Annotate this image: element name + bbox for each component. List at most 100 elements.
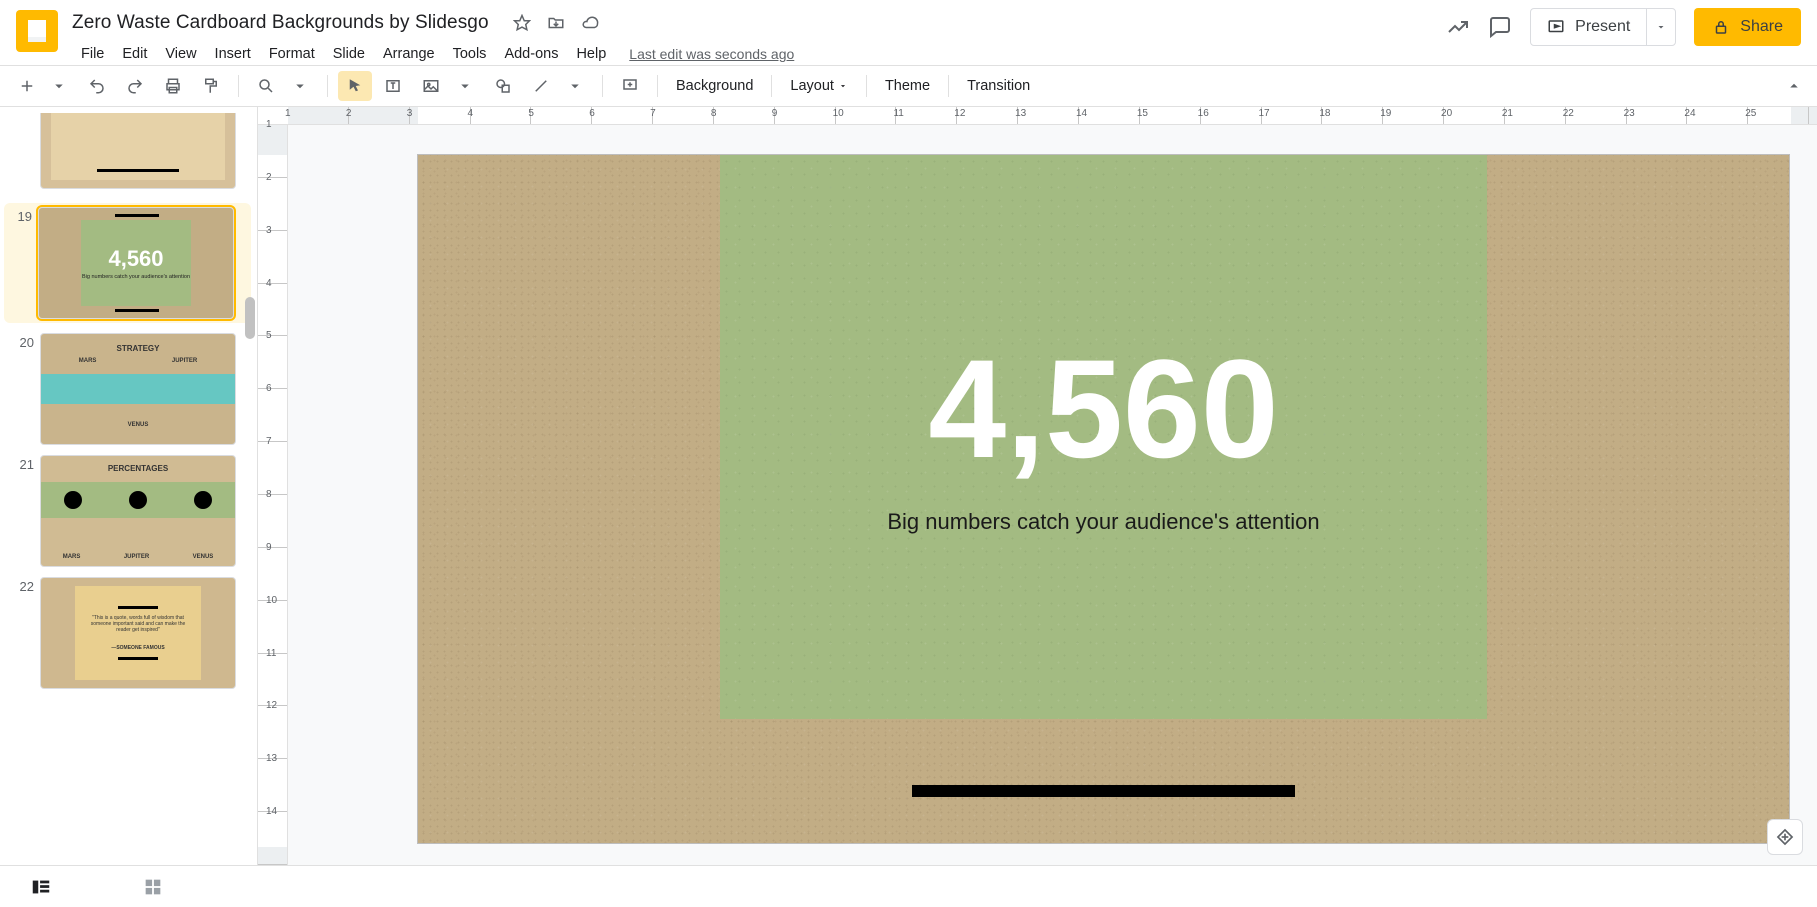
subtitle-text[interactable]: Big numbers catch your audience's attent… [887,509,1319,535]
main-area: STRENGTHS WEAKNESSES 19 4,560 Big number… [0,107,1817,865]
thumb21-l2: JUPITER [124,554,149,560]
thumb22-author: —SOMEONE FAMOUS [111,645,164,651]
thumb20-title: STRATEGY [41,344,235,353]
green-panel[interactable]: 4,560 Big numbers catch your audience's … [720,155,1488,719]
thumb-slide-19[interactable]: 4,560 Big numbers catch your audience's … [38,207,234,319]
add-comment-button[interactable] [613,71,647,101]
thumb-row-21[interactable]: 21 PERCENTAGES 45% 60% 20% MARS JUPITER … [6,455,251,567]
thumbnail-panel: STRENGTHS WEAKNESSES 19 4,560 Big number… [0,107,258,865]
menu-bar: File Edit View Insert Format Slide Arran… [72,40,794,68]
vertical-ruler[interactable]: 1234567891011121314 [258,125,288,865]
menu-view[interactable]: View [156,42,205,66]
zoom-dropdown[interactable] [283,71,317,101]
menu-file[interactable]: File [72,42,113,66]
thumb-number: 21 [6,455,34,472]
thumb20-l2: JUPITER [172,358,197,364]
new-slide-dropdown[interactable] [42,71,76,101]
image-tool[interactable] [414,71,448,101]
lock-icon [1712,18,1730,36]
menu-slide[interactable]: Slide [324,42,374,66]
separator [602,75,603,97]
image-dropdown[interactable] [448,71,482,101]
document-title[interactable]: Zero Waste Cardboard Backgrounds by Slid… [72,12,489,34]
grid-view-button[interactable] [142,876,164,898]
present-button[interactable]: Present [1530,8,1676,46]
chevron-down-icon [838,81,848,91]
thumb-slide-21[interactable]: PERCENTAGES 45% 60% 20% MARS JUPITER VEN… [40,455,236,567]
title-bar: Zero Waste Cardboard Backgrounds by Slid… [0,0,1817,65]
separator [238,75,239,97]
thumb21-l1: MARS [63,554,81,560]
canvas-area: 1234567891011121314151617181920212223242… [258,107,1817,865]
print-button[interactable] [156,71,190,101]
slide-canvas[interactable]: 4,560 Big numbers catch your audience's … [288,125,1817,865]
present-icon [1547,18,1565,36]
slide-19[interactable]: 4,560 Big numbers catch your audience's … [418,155,1789,843]
separator [771,75,772,97]
thumb19-sub: Big numbers catch your audience's attent… [82,274,190,280]
menu-help[interactable]: Help [567,42,615,66]
slides-app-icon[interactable] [16,10,58,52]
big-number-text[interactable]: 4,560 [928,339,1278,479]
comments-icon[interactable] [1488,15,1512,39]
hide-menus-button[interactable] [1781,73,1807,99]
cloud-status-icon[interactable] [581,14,599,32]
thumb-slide-18[interactable]: STRENGTHS WEAKNESSES [40,113,236,189]
textbox-tool[interactable] [376,71,410,101]
thumb-number: 20 [6,333,34,350]
layout-button[interactable]: Layout [782,71,856,101]
thumb-row-19[interactable]: 19 4,560 Big numbers catch your audience… [4,203,251,323]
explore-icon [1775,827,1795,847]
theme-button[interactable]: Theme [877,71,938,101]
scrollbar-thumb[interactable] [245,297,255,339]
thumb-row-22[interactable]: 22 "This is a quote, words full of wisdo… [6,577,251,689]
last-edit-link[interactable]: Last edit was seconds ago [629,46,794,62]
filmstrip-view-button[interactable] [30,876,52,898]
share-button[interactable]: Share [1694,8,1801,46]
zoom-button[interactable] [249,71,283,101]
move-to-folder-icon[interactable] [547,14,565,32]
star-icon[interactable] [513,14,531,32]
present-dropdown[interactable] [1647,9,1675,45]
thumb-number: 19 [4,207,32,224]
separator [657,75,658,97]
present-label: Present [1575,18,1630,36]
horizontal-ruler[interactable]: 1234567891011121314151617181920212223242… [258,107,1817,125]
activity-trend-icon[interactable] [1446,15,1470,39]
share-label: Share [1740,18,1783,36]
separator [327,75,328,97]
explore-button[interactable] [1767,819,1803,855]
toolbar: Background Layout Theme Transition [0,65,1817,107]
thumb-row-20[interactable]: 20 STRATEGY MARS JUPITER VENUS [6,333,251,445]
shape-tool[interactable] [486,71,520,101]
thumb-slide-20[interactable]: STRATEGY MARS JUPITER VENUS [40,333,236,445]
thumb-slide-22[interactable]: "This is a quote, words full of wisdom t… [40,577,236,689]
view-switcher-bar [0,865,1817,907]
paint-format-button[interactable] [194,71,228,101]
thumb19-big: 4,560 [108,246,163,272]
thumb21-l3: VENUS [193,554,214,560]
transition-button[interactable]: Transition [959,71,1038,101]
bottom-bar-shape[interactable] [912,785,1296,797]
new-slide-button[interactable] [10,71,44,101]
thumb-number [6,113,34,115]
menu-arrange[interactable]: Arrange [374,42,444,66]
menu-tools[interactable]: Tools [444,42,496,66]
undo-button[interactable] [80,71,114,101]
menu-format[interactable]: Format [260,42,324,66]
redo-button[interactable] [118,71,152,101]
line-dropdown[interactable] [558,71,592,101]
thumb-number: 22 [6,577,34,594]
menu-addons[interactable]: Add-ons [495,42,567,66]
menu-insert[interactable]: Insert [206,42,260,66]
layout-label: Layout [790,78,834,94]
thumbnail-scrollbar[interactable] [243,107,257,865]
menu-edit[interactable]: Edit [113,42,156,66]
select-tool[interactable] [338,71,372,101]
line-tool[interactable] [524,71,558,101]
thumb-row-18[interactable]: STRENGTHS WEAKNESSES [6,113,251,193]
separator [866,75,867,97]
separator [948,75,949,97]
thumb22-quote: "This is a quote, words full of wisdom t… [83,615,193,633]
background-button[interactable]: Background [668,71,761,101]
